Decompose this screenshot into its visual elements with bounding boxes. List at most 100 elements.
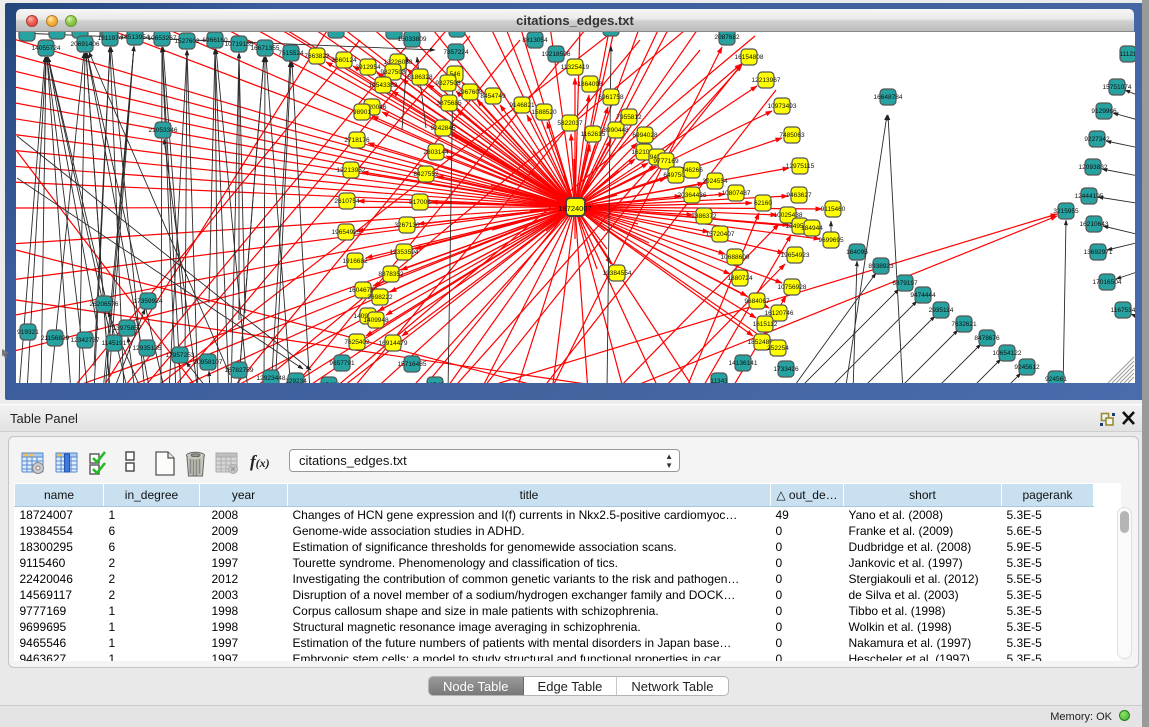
svg-text:9777169: 9777169	[653, 158, 679, 165]
svg-text:1811974: 1811974	[98, 35, 123, 42]
svg-text:19654923: 19654923	[781, 252, 810, 259]
svg-text:18513954: 18513954	[121, 34, 150, 41]
svg-text:26206576: 26206576	[90, 301, 119, 308]
svg-text:20691406: 20691406	[71, 41, 100, 48]
svg-text:5822037: 5822037	[557, 120, 583, 127]
svg-text:10654122: 10654122	[993, 350, 1022, 357]
svg-text:62160: 62160	[754, 200, 772, 207]
svg-text:10719155: 10719155	[225, 41, 254, 48]
svg-text:1615112: 1615112	[753, 321, 778, 328]
svg-text:9463627: 9463627	[786, 192, 812, 199]
svg-text:9115460: 9115460	[821, 206, 846, 213]
svg-text:19218506: 19218506	[542, 51, 571, 58]
svg-text:9657791: 9657791	[329, 360, 355, 367]
svg-text:20364436: 20364436	[678, 192, 707, 199]
svg-text:10688609: 10688609	[721, 254, 750, 261]
svg-text:184944: 184944	[801, 225, 823, 232]
svg-text:2935114: 2935114	[929, 307, 954, 314]
svg-text:8186328: 8186328	[407, 74, 433, 81]
svg-text:9327508: 9327508	[380, 69, 406, 76]
svg-text:1880724: 1880724	[727, 275, 753, 282]
svg-text:14136141: 14136141	[729, 360, 758, 367]
svg-text:12923448: 12923448	[257, 375, 286, 382]
svg-text:18724007: 18724007	[558, 204, 591, 213]
svg-text:3660124: 3660124	[331, 57, 357, 64]
svg-text:1162615: 1162615	[581, 131, 606, 138]
svg-text:7485063: 7485063	[779, 132, 805, 139]
svg-text:924561: 924561	[1045, 376, 1067, 383]
svg-text:12444195: 12444195	[1075, 193, 1104, 200]
svg-text:17016504: 17016504	[1093, 279, 1122, 286]
svg-text:9245612: 9245612	[1014, 364, 1040, 371]
svg-text:8454749: 8454749	[480, 93, 506, 100]
svg-text:16033809: 16033809	[398, 36, 427, 43]
svg-text:919321: 919321	[17, 329, 39, 336]
svg-text:2718176: 2718176	[344, 137, 370, 144]
svg-text:7515524: 7515524	[278, 50, 304, 57]
svg-text:8938923: 8938923	[868, 263, 894, 270]
svg-text:7625402: 7625402	[344, 339, 370, 346]
svg-text:1916682: 1916682	[342, 258, 368, 265]
svg-text:3698222: 3698222	[367, 294, 393, 301]
svg-text:12935135: 12935135	[133, 345, 162, 352]
svg-text:21053346: 21053346	[149, 127, 178, 134]
svg-text:9474444: 9474444	[910, 292, 936, 299]
svg-text:16154808: 16154808	[735, 54, 764, 61]
svg-text:8878352: 8878352	[378, 271, 404, 278]
svg-text:1145191: 1145191	[102, 340, 127, 347]
svg-text:3875685: 3875685	[436, 100, 462, 107]
svg-text:7955812: 7955812	[616, 114, 642, 121]
svg-text:817006: 817006	[409, 199, 431, 206]
svg-text:8478676: 8478676	[974, 335, 1000, 342]
svg-text:13692971: 13692971	[1084, 249, 1113, 256]
svg-text:10653267: 10653267	[148, 35, 177, 42]
svg-text:9227342: 9227342	[1084, 136, 1110, 143]
svg-text:10807487: 10807487	[722, 190, 751, 197]
svg-text:252254: 252254	[767, 345, 789, 352]
svg-text:1409948: 1409948	[363, 317, 389, 324]
svg-text:9242845: 9242845	[430, 125, 456, 132]
svg-text:16671355: 16671355	[251, 45, 280, 52]
svg-text:19384554: 19384554	[603, 270, 632, 277]
svg-text:7386372: 7386372	[691, 213, 717, 220]
svg-text:3912954: 3912954	[355, 64, 381, 71]
svg-text:11325419: 11325419	[561, 64, 590, 71]
svg-text:9129966: 9129966	[1091, 108, 1117, 115]
svg-text:17359924: 17359924	[134, 298, 163, 305]
svg-text:9684067: 9684067	[744, 298, 770, 305]
svg-text:16210643: 16210643	[1080, 221, 1109, 228]
svg-text:3267130: 3267130	[394, 222, 420, 229]
svg-text:8990448: 8990448	[603, 127, 629, 134]
svg-text:10973493: 10973493	[768, 103, 797, 110]
svg-text:7632621: 7632621	[951, 321, 977, 328]
svg-text:16648784: 16648784	[874, 94, 903, 101]
svg-text:2803144: 2803144	[423, 149, 449, 156]
svg-text:7857224: 7857224	[443, 49, 469, 56]
svg-text:15716485: 15716485	[398, 361, 427, 368]
svg-text:16545: 16545	[426, 382, 444, 383]
svg-text:2967608: 2967608	[457, 89, 483, 96]
svg-text:165434: 165434	[318, 382, 340, 383]
svg-text:2087682: 2087682	[714, 34, 740, 41]
svg-text:6994028: 6994028	[632, 132, 658, 139]
svg-text:12093832: 12093832	[1079, 164, 1108, 171]
svg-text:21156829: 21156829	[41, 335, 70, 342]
svg-text:9327508: 9327508	[435, 80, 461, 87]
svg-text:1167534: 1167534	[1111, 307, 1135, 314]
svg-text:16782759: 16782759	[225, 367, 254, 374]
svg-text:14055724: 14055724	[32, 45, 61, 52]
svg-text:6879197: 6879197	[892, 280, 918, 287]
svg-text:7663822: 7663822	[304, 53, 330, 60]
svg-text:2610754: 2610754	[334, 198, 360, 205]
svg-text:1527602: 1527602	[174, 38, 200, 45]
svg-text:15751074: 15751074	[1103, 84, 1132, 91]
svg-text:19654925: 19654925	[332, 229, 361, 236]
svg-text:15720407: 15720407	[706, 231, 735, 238]
svg-text:1864098: 1864098	[577, 81, 603, 88]
svg-text:3215955: 3215955	[1053, 208, 1079, 215]
svg-text:8813054: 8813054	[522, 37, 548, 44]
svg-text:8427552: 8427552	[413, 171, 439, 178]
svg-text:12213932: 12213932	[337, 167, 366, 174]
svg-text:10543382: 10543382	[369, 82, 398, 89]
svg-text:1588520: 1588520	[531, 109, 557, 116]
